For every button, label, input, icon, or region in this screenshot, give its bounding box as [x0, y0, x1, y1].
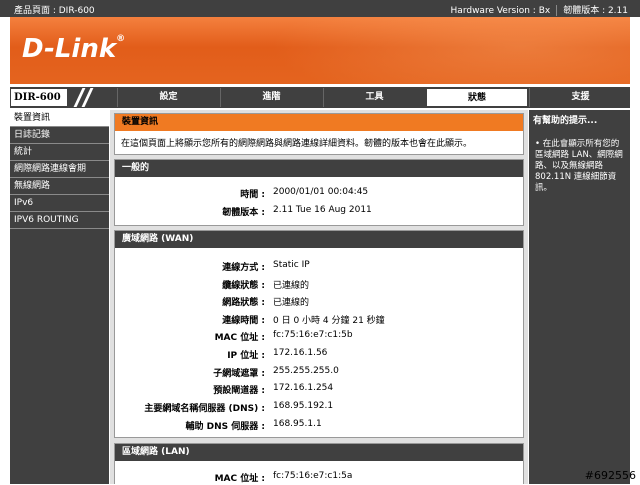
- wan-title: 廣域網路 (WAN): [115, 231, 523, 248]
- wan-row: 連線時間 :0 日 0 小時 4 分鐘 21 秒鐘: [222, 316, 385, 326]
- main-nav: DIR-600 設定 進階 工具 狀態 支援: [10, 87, 630, 108]
- wan-row: 主要網域名稱伺服器 (DNS) :168.95.192.1: [144, 401, 334, 414]
- sidebar-item-wireless[interactable]: 無線網路: [10, 178, 109, 195]
- tab-tools[interactable]: 工具: [323, 88, 425, 107]
- lan-panel: 區域網路 (LAN) MAC 位址 : fc:75:16:e7:c1:5a: [114, 443, 524, 484]
- hardware-version: Hardware Version : Bx: [450, 6, 551, 16]
- lan-title: 區域網路 (LAN): [115, 444, 523, 461]
- general-title: 一般的: [115, 160, 523, 177]
- sidebar-item-statistics[interactable]: 統計: [10, 144, 109, 161]
- help-body: • 在此會顯示所有您的區域網路 LAN、網際網路、以及無線網路 802.11N …: [535, 139, 623, 193]
- device-info-title: 裝置資訊: [115, 114, 523, 131]
- wan-row: 網路狀態 : 已連線的: [222, 298, 310, 308]
- wan-row: 連線方式 : Static IP: [222, 260, 310, 273]
- general-row-time: 時間 :2000/01/01 00:04:45: [240, 187, 369, 200]
- help-panel: 有幫助的提示... • 在此會顯示所有您的區域網路 LAN、網際網路、以及無線網…: [529, 110, 630, 484]
- brand-banner: D-Link®: [10, 17, 630, 84]
- dlink-logo: D-Link®: [22, 34, 126, 64]
- wan-row: IP 位址 :172.16.1.56: [227, 348, 328, 361]
- lan-row: MAC 位址 : fc:75:16:e7:c1:5a: [214, 471, 353, 484]
- slash-decoration: [70, 88, 112, 107]
- general-panel: 一般的 時間 :2000/01/01 00:04:45 韌體版本 :2.11 T…: [114, 159, 524, 226]
- device-info-panel: 裝置資訊 在這個頁面上將顯示您所有的網際網路與網路連線詳細資料。韌體的版本也會在…: [114, 113, 524, 155]
- wan-row: 纜線狀態 : 已連線的: [222, 281, 310, 291]
- wan-row: 預設閘道器 :172.16.1.254: [213, 383, 334, 396]
- version-info: Hardware Version : Bx 韌體版本 : 2.11: [451, 3, 628, 16]
- watermark-id: #692556: [584, 469, 636, 482]
- top-info-bar: 產品頁面 : DIR-600 Hardware Version : Bx 韌體版本…: [0, 0, 640, 17]
- main-content: 裝置資訊 在這個頁面上將顯示您所有的網際網路與網路連線詳細資料。韌體的版本也會在…: [110, 110, 528, 484]
- wan-row: 輔助 DNS 伺服器 :168.95.1.1: [185, 419, 322, 432]
- tab-status[interactable]: 狀態: [426, 88, 528, 107]
- device-info-intro: 在這個頁面上將顯示您所有的網際網路與網路連線詳細資料。韌體的版本也會在此顯示。: [121, 139, 473, 149]
- wan-row: MAC 位址 : fc:75:16:e7:c1:5b: [214, 330, 353, 343]
- sidebar-item-internet-sessions[interactable]: 網際網路連線會期: [10, 161, 109, 178]
- tab-support[interactable]: 支援: [529, 88, 631, 107]
- sidebar-item-device-info[interactable]: 裝置資訊: [10, 110, 109, 127]
- sidebar-item-ipv6[interactable]: IPv6: [10, 195, 109, 212]
- general-row-firmware: 韌體版本 :2.11 Tue 16 Aug 2011: [222, 205, 372, 218]
- wan-panel: 廣域網路 (WAN) 連線方式 : Static IP 纜線狀態 : 已連線的 網路…: [114, 230, 524, 438]
- help-title: 有幫助的提示...: [533, 116, 598, 126]
- tab-setup[interactable]: 設定: [117, 88, 219, 107]
- sidebar-item-ipv6-routing[interactable]: IPV6 ROUTING: [10, 212, 109, 229]
- sidebar-item-logs[interactable]: 日誌記錄: [10, 127, 109, 144]
- sidebar: 裝置資訊 日誌記錄 統計 網際網路連線會期 無線網路 IPv6 IPV6 ROU…: [10, 110, 109, 484]
- wan-row: 子網域遮罩 :255.255.255.0: [213, 366, 339, 379]
- tab-advanced[interactable]: 進階: [220, 88, 322, 107]
- firmware-version: 韌體版本 : 2.11: [563, 6, 628, 16]
- product-page-label: 產品頁面 : DIR-600: [14, 6, 95, 16]
- model-label: DIR-600: [10, 88, 68, 107]
